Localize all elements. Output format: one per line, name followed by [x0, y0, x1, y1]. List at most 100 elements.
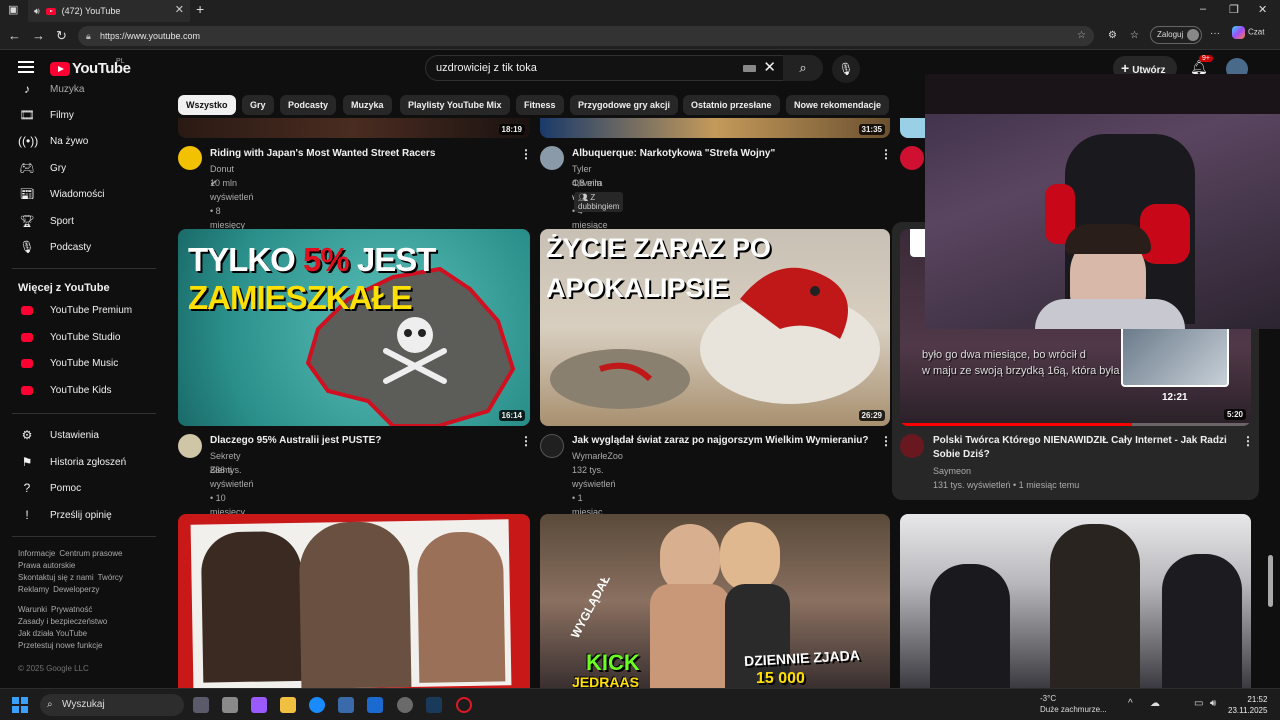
copilot-app-icon[interactable] [251, 697, 267, 713]
footer-link[interactable]: Prawa autorskie [18, 561, 75, 570]
channel-avatar[interactable] [900, 146, 924, 170]
footer-link[interactable]: Zasady i bezpieczeństwo [18, 617, 107, 626]
signin-button[interactable]: Zaloguj [1150, 26, 1202, 44]
restore-icon[interactable]: ❐ [1229, 3, 1239, 16]
chip-podcasts[interactable]: Podcasty [280, 95, 337, 115]
video-thumbnail[interactable]: 31:35 [540, 118, 890, 138]
refresh-icon[interactable]: ↻ [56, 28, 67, 44]
system-clock[interactable]: 21:52 23.11.2025 [1228, 694, 1267, 716]
voice-search-button[interactable]: 🎙︎ [832, 55, 860, 83]
volume-icon[interactable]: 🔊︎ [1210, 698, 1216, 709]
minimize-icon[interactable]: – [1200, 3, 1206, 15]
more-actions-icon[interactable]: ⋮ [520, 434, 532, 448]
windows-start-icon[interactable] [12, 697, 28, 713]
browser-tab-youtube[interactable]: 🔊︎ (472) YouTube ✕ [28, 0, 190, 22]
sidebar-item-youtube-kids[interactable]: YouTube Kids [18, 385, 112, 396]
chip-music[interactable]: Muzyka [343, 95, 392, 115]
close-window-icon[interactable]: ✕ [1258, 3, 1267, 16]
more-actions-icon[interactable]: ⋮ [520, 147, 532, 161]
back-icon[interactable]: ← [8, 28, 21, 43]
more-actions-icon[interactable]: ⋮ [1242, 434, 1254, 448]
channel-avatar[interactable] [178, 434, 202, 458]
chip-all[interactable]: Wszystko [178, 95, 236, 115]
collections-icon[interactable]: ☆ [1130, 30, 1139, 41]
speaker-icon[interactable]: 🔊︎ [34, 6, 40, 17]
footer-link[interactable]: Jak działa YouTube [18, 629, 87, 638]
sidebar-item-live[interactable]: ((•)) Na żywo [18, 134, 88, 148]
network-icon[interactable]: ▭ [1194, 698, 1203, 709]
footer-link[interactable]: Centrum prasowe [59, 549, 122, 558]
video-thumbnail[interactable] [900, 514, 1251, 688]
video-thumbnail[interactable] [900, 118, 926, 138]
outlook-icon[interactable] [367, 697, 383, 713]
chevron-up-icon[interactable]: ^ [1128, 698, 1133, 709]
search-input[interactable]: uzdrowiciej z tik toka ✕ [425, 55, 785, 81]
video-title[interactable]: Dlaczego 95% Australii jest PUSTE? [210, 434, 510, 448]
video-title[interactable]: Polski Twórca Którego NIENAWIDZIŁ Cały I… [933, 434, 1233, 462]
sidebar-item-youtube-premium[interactable]: YouTube Premium [18, 305, 132, 316]
weather-widget[interactable]: -3°C Duże zachmurze... [1040, 693, 1107, 715]
steam-icon[interactable] [426, 697, 442, 713]
sidebar-item-report-history[interactable]: ⚑ Historia zgłoszeń [18, 455, 127, 469]
video-thumbnail[interactable]: TYLKO 5% JEST ZAMIESZKAŁE 16:14 [178, 229, 530, 426]
sidebar-item-sport[interactable]: 🏆︎ Sport [18, 214, 74, 228]
chip-action-adventure[interactable]: Przygodowe gry akcji [570, 95, 679, 115]
edge-browser-icon[interactable] [309, 697, 325, 713]
channel-name[interactable]: Saymeon [933, 464, 971, 478]
footer-link[interactable]: Twórcy [98, 573, 123, 582]
sidebar-item-films[interactable]: 🎞︎ Filmy [18, 108, 74, 122]
app-icon[interactable] [397, 697, 413, 713]
video-title[interactable]: Jak wyglądał świat zaraz po najgorszym W… [572, 434, 877, 448]
store-icon[interactable] [338, 697, 354, 713]
sidebar-item-help[interactable]: ? Pomoc [18, 481, 81, 495]
close-tab-icon[interactable]: ✕ [175, 3, 184, 16]
taskbar-search-input[interactable]: ⌕ Wyszukaj [40, 694, 184, 716]
video-title[interactable]: Riding with Japan's Most Wanted Street R… [210, 147, 510, 161]
more-actions-icon[interactable]: ⋮ [880, 147, 892, 161]
channel-avatar[interactable] [540, 146, 564, 170]
sidebar-item-youtube-music[interactable]: YouTube Music [18, 358, 118, 369]
footer-link[interactable]: Skontaktuj się z nami [18, 573, 94, 582]
channel-avatar[interactable] [178, 146, 202, 170]
chip-new-recommendations[interactable]: Nowe rekomendacje [786, 95, 890, 115]
channel-avatar[interactable] [540, 434, 564, 458]
clear-search-icon[interactable]: ✕ [763, 56, 776, 80]
progress-track[interactable] [900, 423, 1251, 426]
search-button[interactable]: ⌕ [783, 55, 823, 81]
page-scrollbar[interactable] [1268, 555, 1273, 607]
forward-icon[interactable]: → [32, 28, 45, 43]
footer-link[interactable]: Prywatność [51, 605, 92, 614]
app-icon[interactable] [222, 697, 238, 713]
sidebar-item-news[interactable]: 📰︎ Wiadomości [18, 187, 104, 201]
file-explorer-icon[interactable] [280, 697, 296, 713]
youtube-logo[interactable]: YouTube PL [50, 58, 131, 77]
url-input[interactable]: 🔒︎ https://www.youtube.com ☆ [78, 26, 1094, 46]
menu-icon[interactable] [18, 61, 34, 73]
chip-fitness[interactable]: Fitness [516, 95, 564, 115]
new-tab-icon[interactable]: + [196, 1, 204, 17]
cloud-icon[interactable]: ☁ [1150, 698, 1160, 709]
chip-games[interactable]: Gry [242, 95, 274, 115]
sidebar-item-music[interactable]: ♪ Muzyka [18, 82, 84, 96]
keyboard-icon[interactable] [743, 65, 756, 72]
sidebar-item-youtube-studio[interactable]: YouTube Studio [18, 332, 120, 343]
video-title[interactable]: Albuquerque: Narkotykowa "Strefa Wojny" [572, 147, 872, 161]
task-view-icon[interactable] [193, 697, 209, 713]
footer-link[interactable]: Przetestuj nowe funkcje [18, 641, 103, 650]
favorite-star-icon[interactable]: ☆ [1077, 26, 1086, 46]
footer-link[interactable]: Deweloperzy [53, 585, 99, 594]
window-menu-icon[interactable]: ▣ [8, 3, 18, 16]
video-thumbnail[interactable]: ŻYCIE ZARAZ PO APOKALIPSIE 26:29 [540, 229, 890, 426]
sidebar-item-games[interactable]: 🎮︎ Gry [18, 161, 66, 175]
video-thumbnail[interactable]: 18:19 [178, 118, 530, 138]
footer-link[interactable]: Reklamy [18, 585, 49, 594]
more-actions-icon[interactable]: ⋮ [880, 434, 892, 448]
more-menu-icon[interactable]: ··· [1210, 28, 1220, 39]
footer-link[interactable]: Warunki [18, 605, 47, 614]
video-thumbnail[interactable] [178, 514, 530, 688]
opera-icon[interactable] [456, 697, 472, 713]
chip-recently-uploaded[interactable]: Ostatnio przesłane [683, 95, 780, 115]
footer-link[interactable]: Informacje [18, 549, 55, 558]
sidebar-item-settings[interactable]: ⚙ Ustawienia [18, 428, 99, 442]
sidebar-item-feedback[interactable]: ! Prześlij opinię [18, 508, 111, 522]
